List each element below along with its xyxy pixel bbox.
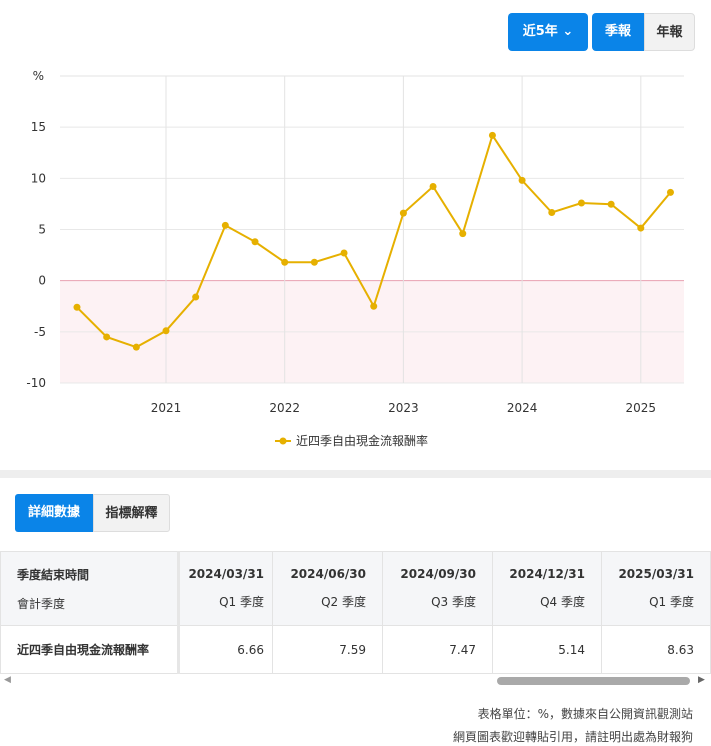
data-point xyxy=(488,131,496,139)
data-table: 季度結束時間 會計季度 2024/03/31 Q1 季度 2024/06/30 Q2 … xyxy=(0,551,711,674)
data-point xyxy=(370,302,378,310)
table-header-row: 季度結束時間 會計季度 2024/03/31 Q1 季度 2024/06/30 Q2 … xyxy=(0,551,711,626)
column-header: 2024/03/31 Q1 季度 xyxy=(178,551,274,626)
row-label: 近四季自由現金流報酬率 xyxy=(0,625,181,674)
cell-value: 5.14 xyxy=(491,625,602,674)
y-tick-label: -5 xyxy=(34,325,46,339)
footer-source: 表格單位：%，數據來自公開資訊觀測站 xyxy=(477,707,693,721)
column-header: 2024/09/30 Q3 季度 xyxy=(382,551,493,626)
data-point xyxy=(399,209,407,217)
header-label: 季度結束時間 xyxy=(17,567,90,582)
y-tick-label: 0 xyxy=(38,274,46,288)
data-point xyxy=(548,209,556,217)
footer-note: 網頁圖表歡迎轉貼引用，請註明出處為財報狗 xyxy=(452,730,693,744)
data-point xyxy=(607,200,615,208)
data-point xyxy=(281,258,289,266)
data-point xyxy=(459,230,467,238)
legend-label: 近四季自由現金流報酬率 xyxy=(296,433,428,448)
column-header: 2025/03/31 Q1 季度 xyxy=(600,551,711,626)
data-point xyxy=(310,258,318,266)
header-cell: 季度結束時間 會計季度 xyxy=(0,551,181,626)
tab-detail-data[interactable]: 詳細數據 xyxy=(15,494,93,532)
column-header: 2024/12/31 Q4 季度 xyxy=(491,551,602,626)
data-point xyxy=(637,224,645,232)
data-point xyxy=(251,238,259,246)
x-tick-label: 2025 xyxy=(626,401,657,415)
tab-indicator-explanation[interactable]: 指標解釋 xyxy=(93,494,170,532)
cell-value: 6.66 xyxy=(178,625,274,674)
subheader-label: 會計季度 xyxy=(17,596,66,611)
data-point xyxy=(340,249,348,257)
cell-value: 7.59 xyxy=(272,625,383,674)
y-tick-label: 10 xyxy=(31,171,46,185)
data-point xyxy=(221,221,229,229)
line-chart: % -10 -5 0 5 10 15 2021 2022 2023 2024 2025 近四季自由現金流… xyxy=(26,69,684,448)
data-point xyxy=(666,188,674,196)
legend-marker xyxy=(279,437,287,445)
data-point xyxy=(192,293,200,301)
data-point xyxy=(162,327,170,335)
data-point xyxy=(518,176,526,184)
data-point xyxy=(577,199,585,207)
table-row: 近四季自由現金流報酬率 6.66 7.59 7.47 5.14 8.63 xyxy=(0,625,711,674)
x-tick-label: 2021 xyxy=(151,401,182,415)
x-tick-label: 2024 xyxy=(507,401,538,415)
y-tick-label: -10 xyxy=(26,376,46,390)
y-tick-label: 15 xyxy=(31,120,46,134)
column-header: 2024/06/30 Q2 季度 xyxy=(272,551,383,626)
y-tick-label: 5 xyxy=(38,223,46,237)
data-point xyxy=(73,303,81,311)
data-point xyxy=(103,333,111,341)
scrollbar-thumb[interactable] xyxy=(497,677,690,685)
x-tick-label: 2022 xyxy=(269,401,300,415)
data-point xyxy=(429,183,437,191)
scroll-left-icon[interactable]: ◀ xyxy=(4,675,11,685)
data-point xyxy=(132,343,140,351)
scroll-right-icon[interactable]: ▶ xyxy=(698,675,705,685)
cell-value: 7.47 xyxy=(382,625,493,674)
y-axis-label: % xyxy=(33,69,44,83)
section-divider xyxy=(0,470,711,478)
cell-value: 8.63 xyxy=(600,625,711,674)
horizontal-scrollbar[interactable]: ◀ ▶ xyxy=(0,675,711,689)
x-tick-label: 2023 xyxy=(388,401,419,415)
